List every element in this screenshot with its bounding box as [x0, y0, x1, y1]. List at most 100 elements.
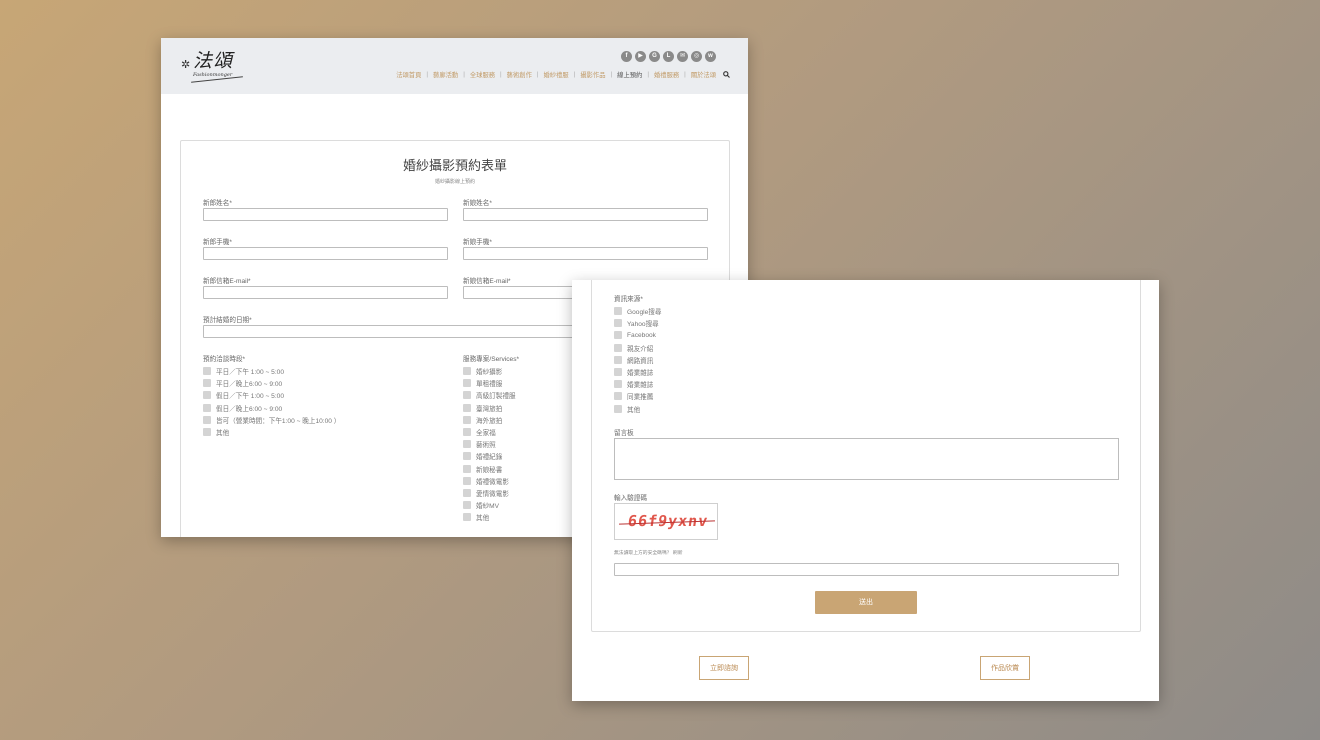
checkbox[interactable]	[614, 404, 622, 413]
nav-item[interactable]: 婚紗禮服	[544, 70, 569, 79]
portfolio-button[interactable]: 作品欣賞	[980, 656, 1030, 680]
checkbox[interactable]	[614, 355, 622, 364]
time-option[interactable]: 假日／下午 1:00 ~ 5:00	[203, 389, 340, 401]
checkbox-label: 臺灣旅拍	[476, 405, 503, 413]
service-option[interactable]: 婚紗攝影	[463, 365, 516, 377]
checkbox[interactable]	[463, 488, 471, 497]
time-option[interactable]: 平日／晚上6:00 ~ 9:00	[203, 377, 340, 389]
submit-button[interactable]: 送出	[815, 591, 917, 614]
bride-phone-input[interactable]	[463, 247, 708, 260]
service-option[interactable]: 單租禮服	[463, 377, 516, 389]
checkbox-label: 平日／下午 1:00 ~ 5:00	[216, 369, 284, 377]
service-option[interactable]: 新娘秘書	[463, 463, 516, 475]
bride-email-label: 新娘信箱E-mail*	[463, 278, 511, 285]
google-plus-icon[interactable]: G	[649, 51, 660, 62]
checkbox-label: 高級訂製禮服	[476, 393, 516, 401]
checkbox[interactable]	[463, 391, 471, 400]
checkbox-label: 其他	[627, 406, 641, 414]
service-option[interactable]: 其他	[463, 511, 516, 523]
checkbox[interactable]	[463, 501, 471, 510]
checkbox-label: 網路資訊	[627, 357, 654, 365]
source-option[interactable]: Facebook	[614, 329, 661, 341]
checkbox[interactable]	[463, 428, 471, 437]
groom-name-input[interactable]	[203, 208, 448, 221]
service-option[interactable]: 高級訂製禮服	[463, 389, 516, 401]
weibo-icon[interactable]: w	[705, 51, 716, 62]
checkbox[interactable]	[463, 513, 471, 522]
checkbox[interactable]	[203, 391, 211, 400]
nav-item[interactable]: 全球服務	[470, 70, 495, 79]
source-option[interactable]: 婚業雜誌	[614, 366, 661, 378]
service-option[interactable]: 愛情微電影	[463, 487, 516, 499]
service-option[interactable]: 全家福	[463, 426, 516, 438]
message-textarea[interactable]	[614, 438, 1119, 480]
source-option[interactable]: Google搜尋	[614, 305, 661, 317]
site-logo[interactable]: ✲ 法頌 Fashionmonger	[181, 46, 245, 84]
line-icon[interactable]: L	[663, 51, 674, 62]
checkbox-label: 藝術照	[476, 442, 496, 450]
groom-phone-input[interactable]	[203, 247, 448, 260]
checkbox[interactable]	[463, 452, 471, 461]
source-option[interactable]: 網路資訊	[614, 354, 661, 366]
source-option[interactable]: 同業推薦	[614, 390, 661, 402]
nav-item[interactable]: 攝影作品	[580, 70, 605, 79]
service-option[interactable]: 婚禮紀錄	[463, 450, 516, 462]
service-option[interactable]: 海外旅拍	[463, 414, 516, 426]
time-option[interactable]: 假日／晚上6:00 ~ 9:00	[203, 402, 340, 414]
captcha-refresh-note[interactable]: 無法讀取上方的安全碼嗎？ 刷新	[614, 549, 683, 556]
captcha-input[interactable]	[614, 563, 1119, 576]
time-option[interactable]: 平日／下午 1:00 ~ 5:00	[203, 365, 340, 377]
facebook-icon[interactable]: f	[621, 51, 632, 62]
checkbox[interactable]	[463, 403, 471, 412]
service-option[interactable]: 婚禮微電影	[463, 475, 516, 487]
checkbox[interactable]	[614, 368, 622, 377]
checkbox[interactable]	[614, 331, 622, 340]
checkbox[interactable]	[614, 307, 622, 316]
source-option[interactable]: 親友介紹	[614, 342, 661, 354]
checkbox[interactable]	[463, 367, 471, 376]
checkbox-label: Google搜尋	[627, 309, 662, 317]
checkbox[interactable]	[203, 379, 211, 388]
checkbox-label: Yahoo搜尋	[627, 321, 659, 329]
time-option[interactable]: 皆可（營業時間：下午1:00 ~ 晚上10:00 ）	[203, 414, 340, 426]
service-option[interactable]: 臺灣旅拍	[463, 402, 516, 414]
checkbox[interactable]	[203, 415, 211, 424]
checkbox[interactable]	[203, 428, 211, 437]
checkbox[interactable]	[463, 379, 471, 388]
checkbox-label: 其他	[476, 515, 490, 523]
email-icon[interactable]: ✉	[677, 51, 688, 62]
checkbox[interactable]	[203, 403, 211, 412]
bride-name-input[interactable]	[463, 208, 708, 221]
instagram-icon[interactable]: ◎	[691, 51, 702, 62]
source-option[interactable]: 其他	[614, 403, 661, 415]
checkbox[interactable]	[614, 319, 622, 328]
checkbox[interactable]	[614, 380, 622, 389]
checkbox[interactable]	[614, 392, 622, 401]
nav-separator: |	[573, 71, 576, 78]
nav-item[interactable]: 婚禮服務	[654, 70, 679, 79]
checkbox[interactable]	[463, 440, 471, 449]
groom-email-input[interactable]	[203, 286, 448, 299]
search-icon[interactable]	[723, 71, 730, 78]
checkbox[interactable]	[463, 476, 471, 485]
service-option[interactable]: 藝術照	[463, 438, 516, 450]
source-option[interactable]: Yahoo搜尋	[614, 317, 661, 329]
checkbox[interactable]	[463, 415, 471, 424]
captcha-label: 輸入驗證碼	[614, 495, 647, 502]
nav-item[interactable]: 線上預約	[617, 70, 642, 79]
youtube-icon[interactable]: ▶	[635, 51, 646, 62]
nav-item[interactable]: 關於法頌	[691, 70, 716, 79]
time-option[interactable]: 其他	[203, 426, 340, 438]
nav-item[interactable]: 法頌首頁	[396, 70, 421, 79]
checkbox[interactable]	[614, 343, 622, 352]
checkbox[interactable]	[203, 367, 211, 376]
groom-name-label: 新郎姓名*	[203, 200, 232, 207]
checkbox-label: 新娘秘書	[476, 466, 503, 474]
source-option[interactable]: 婚業雜誌	[614, 378, 661, 390]
service-option[interactable]: 婚紗MV	[463, 499, 516, 511]
inquiry-button[interactable]: 立即諮詢	[699, 656, 749, 680]
checkbox[interactable]	[463, 464, 471, 473]
time-options: 平日／下午 1:00 ~ 5:00 平日／晚上6:00 ~ 9:00 假日／下午 1…	[203, 365, 340, 438]
nav-item[interactable]: 藝術創作	[507, 70, 532, 79]
nav-item[interactable]: 藝廊活動	[433, 70, 458, 79]
